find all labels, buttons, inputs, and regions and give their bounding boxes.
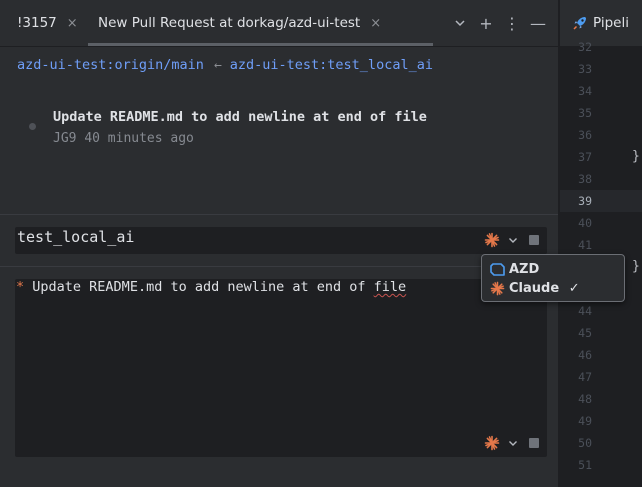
divider (0, 266, 558, 267)
line-number: 38 (578, 172, 592, 186)
azd-icon (490, 263, 505, 276)
line-number: 47 (578, 370, 592, 384)
line-number: 48 (578, 392, 592, 406)
commit-author: JG9 (53, 131, 77, 146)
tab-new-pull-request[interactable]: New Pull Request at dorkag/azd-ui-test × (98, 0, 381, 46)
chevron-down-icon[interactable] (508, 438, 518, 448)
line-number: 36 (578, 128, 592, 142)
line-number: 37 (578, 150, 592, 164)
claude-icon[interactable] (484, 232, 500, 248)
target-branch-link[interactable]: azd-ui-test:origin/main (17, 57, 204, 73)
pr-description-input[interactable] (15, 279, 547, 457)
active-tab-indicator (88, 43, 433, 46)
code-text: } (632, 149, 640, 164)
left-arrow-icon: ← (213, 57, 222, 73)
check-icon: ✓ (568, 281, 580, 296)
line-number: 46 (578, 348, 592, 362)
line-number: 50 (578, 436, 592, 450)
tab-pr-3157[interactable]: !3157 × (17, 0, 78, 46)
tab-pipeline[interactable]: Pipeli (572, 15, 629, 31)
close-icon[interactable]: × (67, 16, 78, 31)
commit-time: 40 minutes ago (84, 131, 194, 146)
more-vertical-icon[interactable]: ⋮ (502, 13, 522, 33)
commit-title[interactable]: Update README.md to add newline at end o… (53, 109, 427, 125)
commit-meta: JG9 40 minutes ago (53, 131, 194, 146)
dropdown-item-label: Claude (509, 281, 560, 296)
tab-label: New Pull Request at dorkag/azd-ui-test (98, 15, 361, 31)
chevron-down-icon[interactable] (450, 13, 470, 33)
stop-icon[interactable] (529, 438, 539, 448)
chevron-down-icon[interactable] (508, 235, 518, 245)
claude-icon (490, 281, 505, 296)
line-number: 35 (578, 106, 592, 120)
dropdown-item-azd[interactable]: AZD (509, 262, 539, 277)
tab-label: Pipeli (593, 15, 629, 31)
bullet-marker: * (16, 279, 25, 295)
line-number: 44 (578, 304, 592, 318)
description-text: Update README.md to add newline at end o… (32, 279, 374, 295)
pr-description-value: * Update README.md to add newline at end… (16, 279, 406, 295)
minimize-icon[interactable]: — (528, 13, 548, 33)
line-number: 34 (578, 84, 592, 98)
code-text: } (632, 259, 640, 274)
commit-dot-icon (29, 123, 36, 130)
ai-provider-dropdown: AZD Claude ✓ (481, 254, 625, 302)
spellcheck-word: file (373, 279, 407, 295)
line-number: 49 (578, 414, 592, 428)
tab-label: !3157 (17, 15, 57, 31)
branch-selector: azd-ui-test:origin/main ← azd-ui-test:te… (17, 57, 433, 73)
line-number: 40 (578, 216, 592, 230)
close-icon[interactable]: × (370, 16, 381, 31)
line-number: 45 (578, 326, 592, 340)
divider (0, 214, 558, 215)
add-icon[interactable]: + (476, 13, 496, 33)
line-number: 32 (578, 40, 592, 54)
pr-title-value: test_local_ai (17, 228, 135, 246)
line-number: 41 (578, 238, 592, 252)
stop-icon[interactable] (529, 235, 539, 245)
dropdown-item-claude[interactable]: Claude ✓ (509, 281, 580, 296)
line-number: 51 (578, 458, 592, 472)
line-number: 39 (578, 194, 592, 208)
claude-icon[interactable] (484, 435, 500, 451)
rocket-icon (573, 17, 586, 30)
source-branch-link[interactable]: azd-ui-test:test_local_ai (230, 57, 433, 73)
line-number: 33 (578, 62, 592, 76)
